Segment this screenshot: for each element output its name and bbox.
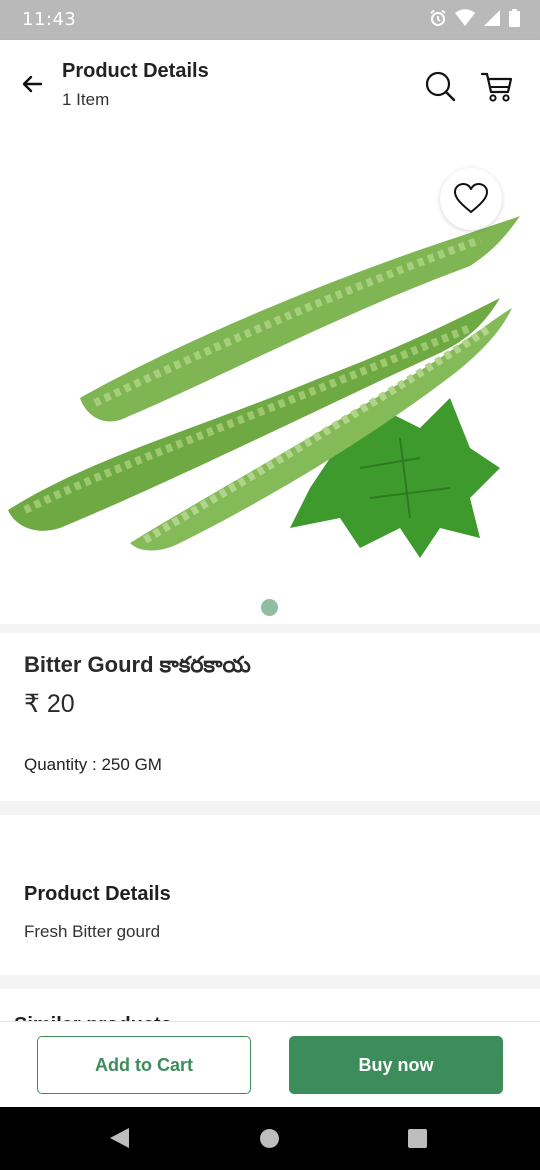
nav-back-icon[interactable]: [110, 1128, 129, 1148]
product-details-card: Product Details Fresh Bitter gourd: [0, 815, 540, 975]
product-image-carousel[interactable]: [0, 138, 540, 624]
page-title: Product Details: [62, 60, 209, 82]
details-heading: Product Details: [24, 883, 171, 905]
status-bar: 11:43: [0, 0, 540, 40]
cart-button[interactable]: [478, 68, 516, 106]
product-details-screen: 11:43 Product Details 1 Item Bitter Gour…: [0, 0, 540, 1170]
wifi-icon: [455, 9, 475, 27]
search-button[interactable]: [422, 68, 458, 104]
add-to-cart-button[interactable]: Add to Cart: [37, 1036, 251, 1094]
favorite-button[interactable]: [440, 168, 502, 230]
signal-icon: [483, 9, 501, 27]
details-description: Fresh Bitter gourd: [24, 922, 161, 941]
alarm-icon: [429, 9, 447, 27]
status-icons: [429, 9, 520, 27]
product-quantity: Quantity : 250 GM: [24, 755, 162, 774]
carousel-dot[interactable]: [261, 599, 278, 616]
product-info-card: Bitter Gourd కాకరకాయ ₹ 20 Quantity : 250…: [0, 633, 540, 801]
bottom-action-bar: Add to Cart Buy now: [0, 1021, 540, 1107]
nav-recents-icon[interactable]: [408, 1129, 427, 1148]
item-count: 1 Item: [62, 90, 110, 109]
back-button[interactable]: [14, 66, 50, 102]
product-name: Bitter Gourd కాకరకాయ: [24, 652, 251, 677]
nav-home-icon[interactable]: [260, 1129, 279, 1148]
back-arrow-icon: [22, 75, 43, 93]
cart-icon: [480, 72, 513, 102]
product-price: ₹ 20: [24, 690, 75, 718]
system-nav-bar: [0, 1107, 540, 1170]
buy-now-button[interactable]: Buy now: [289, 1036, 503, 1094]
status-time: 11:43: [22, 9, 77, 30]
favorite-heart-icon: [454, 183, 488, 213]
app-bar: Product Details 1 Item: [0, 40, 540, 138]
search-icon: [425, 71, 456, 102]
battery-icon: [509, 9, 520, 27]
